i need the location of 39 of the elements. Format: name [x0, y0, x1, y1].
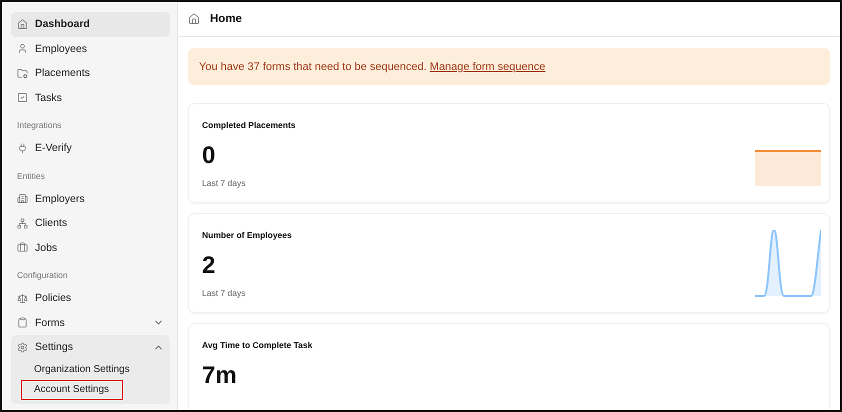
nav-item[interactable]: Clients: [11, 211, 170, 236]
briefcase-icon: [17, 242, 28, 254]
section-heading: Configuration: [16, 269, 69, 282]
nav-item[interactable]: E-Verify: [11, 136, 170, 160]
folder-icon: [17, 68, 28, 79]
building-icon: [17, 193, 28, 204]
settings-icon: [17, 342, 28, 353]
nav-item[interactable]: Policies: [11, 286, 170, 310]
nav-item[interactable]: Dashboard: [11, 12, 170, 36]
manage-link[interactable]: Manage form sequence: [430, 60, 546, 72]
user-icon: [17, 43, 28, 54]
nav-item[interactable]: Jobs: [11, 236, 170, 260]
nav-item[interactable]: Placements: [11, 61, 170, 86]
home-icon: [17, 18, 28, 30]
card-value: 0: [202, 142, 216, 170]
card-caption: Last 7 days: [202, 288, 246, 298]
section-heading: Entities: [16, 170, 46, 182]
card-caption: Last 7 days: [202, 178, 246, 188]
submenu-item[interactable]: Organization Settings: [21, 360, 143, 380]
nav-item[interactable]: Employees: [11, 36, 170, 61]
card-title: Completed Placements: [202, 120, 296, 130]
nav-item[interactable]: Settings: [11, 335, 170, 360]
nav-item[interactable]: Employers: [11, 186, 170, 211]
home-icon: [188, 13, 200, 25]
notice-text: You have 37 forms that need to be sequenced. Manage form sequence: [199, 60, 546, 72]
card-value: 2: [202, 252, 216, 280]
card-title: Avg Time to Complete Task: [202, 340, 312, 350]
section-heading: Integrations: [16, 119, 62, 132]
checkbox-icon: [17, 92, 28, 104]
page-title: Home: [210, 13, 242, 25]
network-icon: [17, 218, 28, 229]
clipboard-icon: [17, 317, 28, 328]
nav-item[interactable]: Forms: [11, 310, 170, 335]
scale-icon: [17, 292, 28, 304]
card-value: 7m: [202, 362, 238, 390]
submenu-item[interactable]: Account Settings: [21, 380, 123, 400]
plug-icon: [17, 142, 28, 154]
card-title: Number of Employees: [202, 230, 292, 240]
nav-item[interactable]: Tasks: [11, 86, 170, 110]
